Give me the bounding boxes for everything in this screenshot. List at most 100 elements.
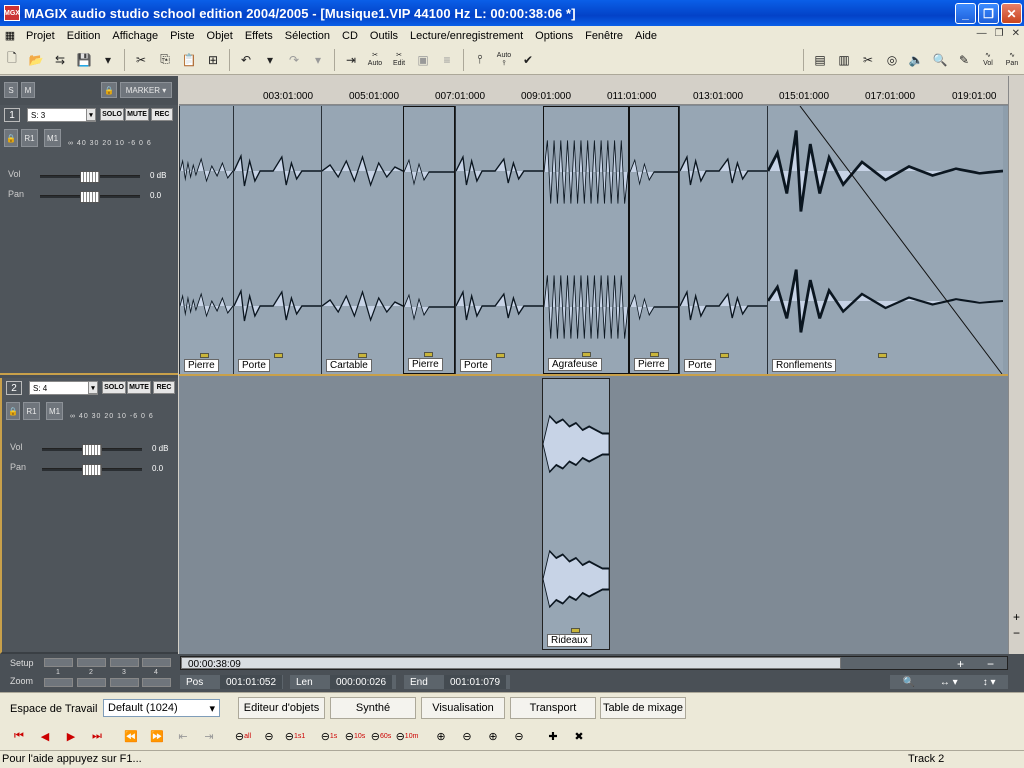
vertical-scrollbar[interactable]: + − bbox=[1008, 76, 1024, 654]
rec-button[interactable]: REC bbox=[151, 108, 173, 121]
menu-lecture[interactable]: Lecture/enregistrement bbox=[404, 30, 529, 42]
input-m-button[interactable]: M1 bbox=[46, 402, 63, 420]
track-number[interactable]: 1 bbox=[4, 108, 20, 122]
vol-knob[interactable] bbox=[80, 171, 100, 183]
minimize-button[interactable]: _ bbox=[955, 3, 976, 24]
setup-slot[interactable] bbox=[77, 658, 106, 667]
open-folder-icon[interactable]: 📂 bbox=[25, 49, 47, 71]
zoom-tool-icon[interactable]: 🔍 bbox=[929, 49, 951, 71]
workspace-select[interactable]: Default (1024) ▾ bbox=[103, 699, 220, 717]
menu-cd[interactable]: CD bbox=[336, 30, 364, 42]
mdi-restore-icon[interactable]: ❐ bbox=[995, 28, 1004, 39]
magnifier-icon[interactable]: 🔍 bbox=[902, 677, 914, 688]
audio-object[interactable]: Cartable bbox=[321, 106, 403, 374]
zoom-in-h-icon[interactable]: ⊕ bbox=[430, 726, 452, 746]
redo-dropdown-icon[interactable]: ▾ bbox=[307, 49, 329, 71]
mdi-close-icon[interactable]: ✕ bbox=[1012, 28, 1020, 39]
scroll-thumb[interactable]: 00:00:38:09 bbox=[181, 657, 841, 670]
zoom-object-icon[interactable]: ⊖ bbox=[508, 726, 530, 746]
zoom-out-icon[interactable]: − bbox=[1009, 626, 1024, 640]
audio-object[interactable]: Pierre bbox=[629, 106, 679, 374]
group-icon[interactable]: ▣ bbox=[412, 49, 434, 71]
audio-object[interactable]: Rideaux bbox=[542, 378, 610, 650]
goto-end-icon[interactable]: ⏭ bbox=[86, 726, 108, 746]
forward-icon[interactable]: ⏩ bbox=[146, 726, 168, 746]
zoom-out-h-icon[interactable]: ⊖ bbox=[456, 726, 478, 746]
vol-slider[interactable] bbox=[42, 444, 142, 456]
add-track-icon[interactable]: ✚ bbox=[542, 726, 564, 746]
menu-piste[interactable]: Piste bbox=[164, 30, 200, 42]
input-m-button[interactable]: M1 bbox=[44, 129, 61, 147]
pan-slider[interactable] bbox=[42, 464, 142, 476]
mouse-mode-icon[interactable]: ⇥ bbox=[340, 49, 362, 71]
auto-marker-icon[interactable]: Auto ⫯ bbox=[493, 49, 515, 71]
len-value[interactable]: 000:00:026 bbox=[330, 675, 393, 689]
zoom-60s-icon[interactable]: ⊖ 60s bbox=[370, 726, 392, 746]
undo-dropdown-icon[interactable]: ▾ bbox=[259, 49, 281, 71]
marker-button[interactable]: MARKER ▾ bbox=[120, 82, 172, 98]
audio-object[interactable]: Ronflements bbox=[767, 106, 1003, 374]
prev-object-icon[interactable]: ⇤ bbox=[172, 726, 194, 746]
mute-button[interactable]: MUTE bbox=[127, 381, 151, 394]
close-button[interactable]: ✕ bbox=[1001, 3, 1022, 24]
next-object-icon[interactable]: ⇥ bbox=[198, 726, 220, 746]
audio-object[interactable]: Pierre bbox=[403, 106, 455, 374]
scissors-mode-icon[interactable]: ✂ bbox=[857, 49, 879, 71]
rec-button[interactable]: REC bbox=[153, 381, 175, 394]
rewind-icon[interactable]: ⏪ bbox=[120, 726, 142, 746]
track-lock-icon[interactable]: 🔒 bbox=[4, 129, 18, 147]
pencil-icon[interactable]: ✎ bbox=[953, 49, 975, 71]
next-marker-icon[interactable]: ▶ bbox=[60, 726, 82, 746]
track-lock-icon[interactable]: 🔒 bbox=[6, 402, 20, 420]
save-dropdown-icon[interactable]: ▾ bbox=[97, 49, 119, 71]
pos-value[interactable]: 001:01:052 bbox=[220, 675, 283, 689]
vol-slider[interactable] bbox=[40, 171, 140, 183]
mdi-minimize-icon[interactable]: — bbox=[977, 28, 987, 39]
doc-icon[interactable]: ▦ bbox=[0, 29, 20, 42]
lock-icon[interactable]: 🔒 bbox=[101, 82, 117, 98]
zoom-10m-icon[interactable]: ⊖ 10m bbox=[396, 726, 419, 746]
track-2-lane[interactable]: Rideaux bbox=[179, 378, 1008, 654]
speaker-icon[interactable]: 🔈 bbox=[905, 49, 927, 71]
menu-fenetre[interactable]: Fenêtre bbox=[579, 30, 629, 42]
h-zoom-icon[interactable]: ↔ ▾ bbox=[940, 677, 958, 688]
mute-button[interactable]: MUTE bbox=[125, 108, 149, 121]
pan-knob[interactable] bbox=[82, 464, 102, 476]
prev-marker-icon[interactable]: ◀ bbox=[34, 726, 56, 746]
input-r-button[interactable]: R1 bbox=[23, 402, 40, 420]
paste-icon[interactable]: 📋 bbox=[178, 49, 200, 71]
zoom-range-icon[interactable]: ⊖ bbox=[258, 726, 280, 746]
maximize-button[interactable]: ❐ bbox=[978, 3, 999, 24]
track-name-dropdown-icon[interactable]: ▾ bbox=[88, 381, 98, 394]
menu-objet[interactable]: Objet bbox=[201, 30, 239, 42]
arrangement-area[interactable]: 003:01:000 005:01:000 007:01:000 009:01:… bbox=[179, 76, 1008, 654]
mode-a-icon[interactable]: ▤ bbox=[809, 49, 831, 71]
pan-slider[interactable] bbox=[40, 191, 140, 203]
menu-selection[interactable]: Sélection bbox=[279, 30, 336, 42]
tab-table-mixage[interactable]: Table de mixage bbox=[600, 697, 686, 719]
pan-knob[interactable] bbox=[80, 191, 100, 203]
h-zoom-in-button[interactable]: + bbox=[957, 657, 964, 671]
menu-effets[interactable]: Effets bbox=[239, 30, 279, 42]
menu-edition[interactable]: Edition bbox=[61, 30, 107, 42]
input-r-button[interactable]: R1 bbox=[21, 129, 38, 147]
edit-cut-icon[interactable]: ✂ Edit bbox=[388, 49, 410, 71]
paste-special-icon[interactable]: ⊞ bbox=[202, 49, 224, 71]
zoom-tracks-icon[interactable]: ⊕ bbox=[482, 726, 504, 746]
tab-editeur-objets[interactable]: Editeur d'objets bbox=[238, 697, 325, 719]
zoom-10s-icon[interactable]: ⊖ 10s bbox=[344, 726, 366, 746]
setup-slot[interactable] bbox=[110, 658, 139, 667]
tab-synthe[interactable]: Synthé bbox=[330, 697, 416, 719]
zoom-all-icon[interactable]: ⊖ all bbox=[232, 726, 254, 746]
menu-outils[interactable]: Outils bbox=[364, 30, 404, 42]
redo-icon[interactable]: ↷ bbox=[283, 49, 305, 71]
app-icon[interactable]: MGX bbox=[4, 5, 20, 21]
audio-object[interactable]: Porte bbox=[233, 106, 321, 374]
remove-track-icon[interactable]: ✖ bbox=[568, 726, 590, 746]
undo-icon[interactable]: ↶ bbox=[235, 49, 257, 71]
tab-transport[interactable]: Transport bbox=[510, 697, 596, 719]
save-icon[interactable]: 💾 bbox=[73, 49, 95, 71]
zoom-slot[interactable] bbox=[110, 678, 139, 687]
vol-knob[interactable] bbox=[82, 444, 102, 456]
auto-cut-icon[interactable]: ✂ Auto bbox=[364, 49, 386, 71]
